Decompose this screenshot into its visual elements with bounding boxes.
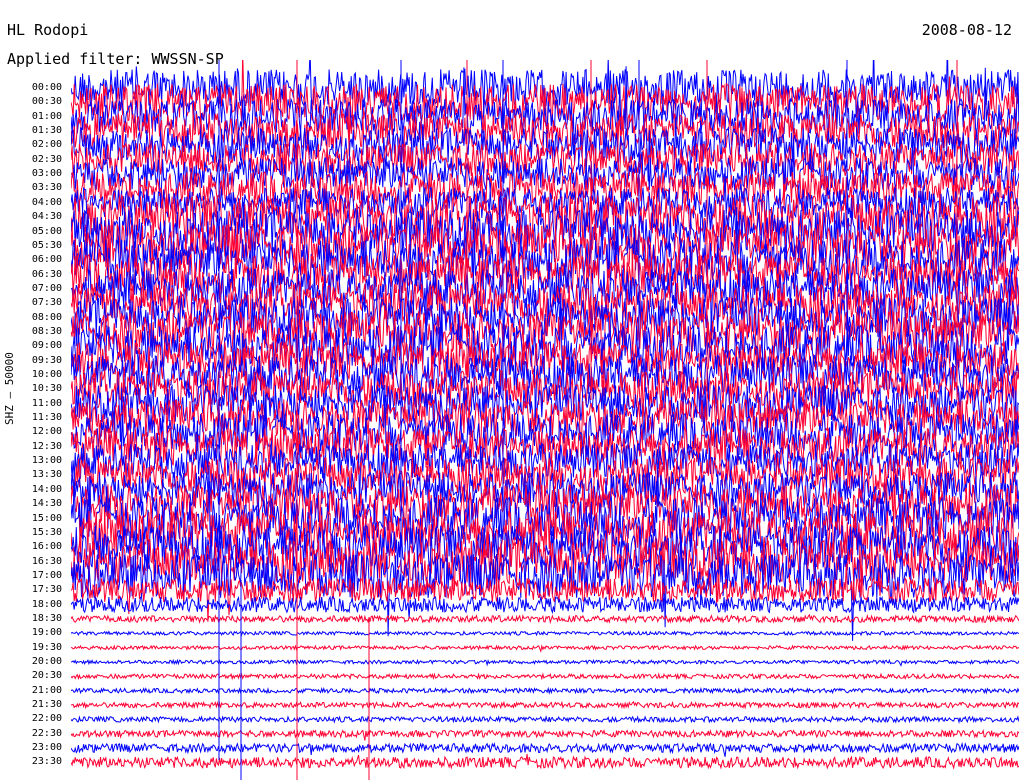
time-tick-label: 17:30: [31, 584, 62, 596]
time-tick-label: 19:30: [31, 641, 62, 653]
trace-line: [71, 729, 1019, 741]
time-tick-label: 01:00: [31, 110, 62, 122]
time-tick-label: 00:00: [31, 82, 62, 93]
time-tick-label: 07:00: [31, 282, 62, 294]
time-tick-label: 22:30: [31, 727, 62, 739]
time-tick-label: 13:30: [31, 469, 62, 481]
time-tick-label: 11:00: [31, 397, 62, 409]
helicorder-plot: [71, 60, 1019, 780]
time-tick-label: 17:00: [31, 569, 62, 581]
time-tick-label: 21:30: [31, 699, 62, 711]
time-tick-label: 08:30: [31, 325, 62, 337]
time-tick-label: 00:30: [31, 96, 62, 108]
time-tick-label: 23:30: [31, 756, 62, 768]
record-date: 2008-08-12: [921, 21, 1012, 39]
trace-line: [71, 672, 1019, 681]
trace-line: [71, 658, 1019, 667]
time-tick-label: 15:00: [31, 512, 62, 524]
time-tick-label: 03:00: [31, 168, 62, 180]
time-tick-label: 14:00: [31, 483, 62, 495]
trace-line: [71, 700, 1019, 710]
time-tick-label: 09:00: [31, 340, 62, 352]
trace-line: [71, 644, 1019, 653]
time-tick-label: 06:30: [31, 268, 62, 280]
time-tick-label: 16:30: [31, 555, 62, 567]
time-tick-label: 11:30: [31, 412, 62, 424]
trace-line: [71, 686, 1019, 695]
trace-line: [71, 595, 1019, 619]
time-tick-label: 06:00: [31, 254, 62, 266]
time-tick-label: 12:30: [31, 440, 62, 452]
time-tick-label: 05:00: [31, 225, 62, 237]
time-tick-label: 13:00: [31, 455, 62, 467]
time-tick-label: 05:30: [31, 239, 62, 251]
time-tick-label: 07:30: [31, 297, 62, 309]
trace-line: [71, 753, 1019, 770]
time-tick-label: 03:30: [31, 182, 62, 194]
time-tick-column: 00:00 00:30 01:00 01:30 02:00 02:30 03:00 03:30…: [0, 0, 70, 780]
time-tick-label: 02:30: [31, 153, 62, 165]
time-tick-label: 02:00: [31, 139, 62, 151]
time-tick-label: 08:00: [31, 311, 62, 323]
time-tick-label: 16:00: [31, 541, 62, 553]
time-tick-label: 04:30: [31, 211, 62, 223]
time-tick-label: 18:30: [31, 612, 62, 624]
time-tick-label: 18:00: [31, 598, 62, 610]
time-tick-label: 10:00: [31, 369, 62, 380]
time-tick-label: 04:00: [31, 196, 62, 208]
trace-line: [71, 630, 1019, 637]
time-tick-label: 12:00: [31, 426, 62, 438]
time-tick-label: 21:00: [31, 684, 62, 696]
time-tick-label: 20:00: [31, 656, 62, 667]
time-tick-label: 01:30: [31, 125, 62, 137]
time-tick-label: 22:00: [31, 713, 62, 725]
time-tick-label: 20:30: [31, 670, 62, 682]
time-tick-label: 10:30: [31, 383, 62, 395]
time-tick-label: 23:00: [31, 742, 62, 754]
time-tick-label: 09:30: [31, 354, 62, 366]
time-tick-label: 19:00: [31, 627, 62, 639]
time-tick-label: 15:30: [31, 526, 62, 538]
trace-line: [71, 613, 1019, 625]
trace-line: [71, 715, 1019, 724]
trace-line: [71, 741, 1019, 757]
time-tick-label: 14:30: [31, 498, 62, 510]
